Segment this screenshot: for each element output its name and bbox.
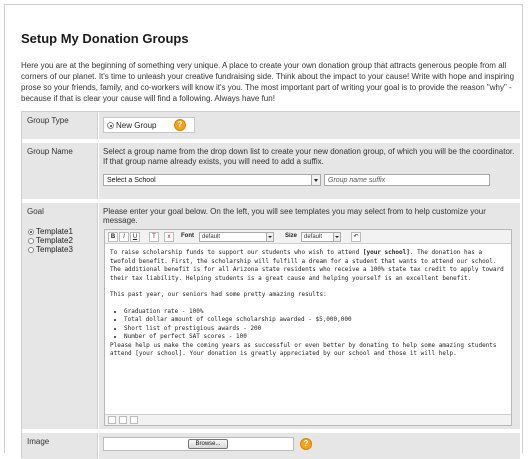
list-item: Number of perfect SAT scores - 100	[124, 333, 508, 342]
goal-label: Goal	[27, 207, 44, 216]
template3-label: Template3	[36, 245, 73, 254]
group-type-field: New Group ?	[99, 112, 520, 139]
template2-label: Template2	[36, 236, 73, 245]
results-list: Graduation rate - 100% Total dollar amou…	[124, 308, 508, 342]
help-icon[interactable]: ?	[300, 438, 312, 450]
chevron-down-icon	[266, 233, 273, 241]
image-file-input[interactable]: Browse...	[103, 437, 294, 451]
new-group-label: New Group	[116, 121, 157, 130]
chevron-down-icon	[311, 175, 320, 185]
new-group-radio[interactable]: New Group ?	[103, 117, 195, 133]
school-select[interactable]: Select a School	[103, 174, 321, 186]
goal-label-cell: Goal Template1 Template2 Template3	[22, 203, 98, 429]
radio-icon	[28, 238, 34, 244]
goal-text: To raise scholarship funds to support ou…	[110, 249, 363, 256]
image-field: Browse... ?	[99, 433, 520, 459]
goal-instructions: Please enter your goal below. On the lef…	[103, 207, 486, 225]
editor-statusbar	[105, 414, 511, 425]
radio-icon	[28, 247, 34, 253]
list-item: Short list of prestigious awards - 200	[124, 325, 508, 334]
radio-selected-icon	[107, 122, 114, 129]
size-label: Size	[285, 233, 298, 239]
goal-text-bold: [your school]	[362, 249, 410, 256]
goal-field: Please enter your goal below. On the lef…	[99, 203, 520, 429]
preview-icon[interactable]	[130, 416, 138, 424]
page-frame: Setup My Donation Groups Here you are at…	[4, 4, 523, 459]
goal-paragraph-1: To raise scholarship funds to support ou…	[110, 249, 508, 283]
size-select-value: default	[304, 234, 323, 240]
text-color-button[interactable]: T	[149, 232, 159, 242]
font-select-value: default	[202, 234, 221, 240]
page-intro: Here you are at the beginning of somethi…	[21, 61, 515, 103]
template3-radio[interactable]: Template3	[28, 245, 73, 254]
editor-toolbar: B I U T x Font default Size default ↶	[105, 230, 511, 244]
chevron-down-icon	[333, 233, 340, 241]
image-label: Image	[22, 433, 98, 459]
font-select[interactable]: default	[199, 232, 274, 242]
browse-button[interactable]: Browse...	[188, 439, 228, 449]
bold-button[interactable]: B	[108, 232, 118, 242]
group-type-label: Group Type	[22, 112, 98, 139]
template1-radio[interactable]: Template1	[28, 227, 73, 236]
goal-rich-text-editor[interactable]: B I U T x Font default Size default ↶ To…	[104, 229, 512, 426]
donation-group-form: Group Type New Group ? Group Name Select…	[21, 111, 520, 459]
underline-button[interactable]: U	[130, 232, 140, 242]
group-name-label: Group Name	[22, 143, 98, 199]
group-name-suffix-input[interactable]: Group name suffix	[324, 174, 490, 186]
template1-label: Template1	[36, 227, 73, 236]
undo-icon[interactable]: ↶	[351, 232, 361, 242]
radio-selected-icon	[28, 229, 34, 235]
template2-radio[interactable]: Template2	[28, 236, 73, 245]
page-title: Setup My Donation Groups	[21, 31, 189, 46]
goal-paragraph-3: Please help us make the coming years as …	[110, 341, 497, 358]
font-label: Font	[181, 233, 194, 239]
clear-format-button[interactable]: x	[164, 232, 174, 242]
group-name-instructions: Select a group name from the drop down l…	[103, 147, 515, 166]
group-name-field: Select a group name from the drop down l…	[99, 143, 520, 199]
school-select-value: Select a School	[107, 177, 156, 184]
help-icon[interactable]: ?	[174, 119, 186, 131]
list-item: Total dollar amount of college scholarsh…	[124, 316, 508, 325]
italic-button[interactable]: I	[119, 232, 129, 242]
size-select[interactable]: default	[301, 232, 341, 242]
editor-content: To raise scholarship funds to support ou…	[110, 249, 508, 359]
goal-paragraph-2: This past year, our seniors had some pre…	[110, 291, 327, 298]
design-mode-icon[interactable]	[108, 416, 116, 424]
list-item: Graduation rate - 100%	[124, 308, 508, 317]
html-mode-icon[interactable]	[119, 416, 127, 424]
